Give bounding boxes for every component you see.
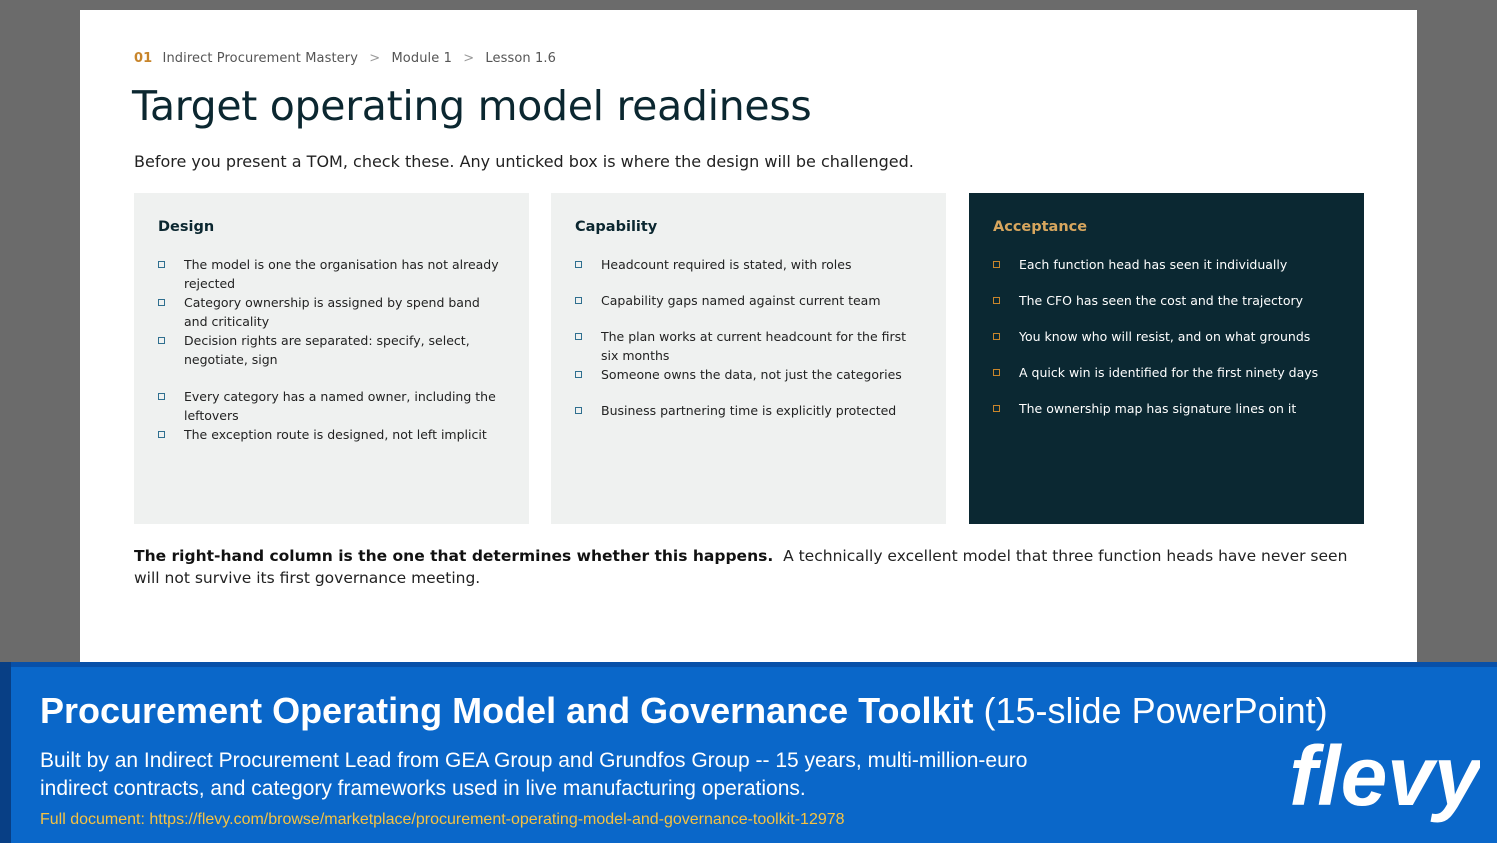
- design-column: Design The model is one the organisation…: [134, 193, 529, 524]
- checklist-item: Headcount required is stated, with roles: [575, 255, 922, 291]
- breadcrumb-item-course[interactable]: Indirect Procurement Mastery: [163, 51, 358, 66]
- checklist-item-label: A quick win is identified for the first …: [1019, 365, 1319, 380]
- checkbox[interactable]: [993, 297, 1000, 304]
- takeaway-note: The right-hand column is the one that de…: [134, 545, 1364, 589]
- flevy-logo[interactable]: flevy: [1290, 727, 1480, 827]
- checklist-item: Capability gaps named against current te…: [575, 291, 922, 327]
- column-heading-capability: Capability: [575, 219, 658, 235]
- checkbox[interactable]: [575, 407, 582, 414]
- checklist-item-label: The plan works at current headcount for …: [601, 329, 907, 363]
- checklist-item: A quick win is identified for the first …: [993, 363, 1340, 399]
- column-heading-design: Design: [158, 219, 215, 235]
- breadcrumb: 01 Indirect Procurement Mastery > Module…: [134, 51, 556, 66]
- banner-title-suffix: (15-slide PowerPoint): [983, 690, 1328, 731]
- breadcrumb-item-lesson[interactable]: Lesson 1.6: [485, 51, 556, 66]
- checklist-item: The ownership map has signature lines on…: [993, 399, 1340, 435]
- checklist-item: You know who will resist, and on what gr…: [993, 327, 1340, 363]
- checkbox[interactable]: [575, 371, 582, 378]
- banner-edge: [0, 662, 11, 843]
- checkbox[interactable]: [158, 393, 165, 400]
- page-title: Target operating model readiness: [132, 82, 812, 130]
- checklist-item-label: The model is one the organisation has no…: [184, 257, 499, 291]
- checklist-item-label: You know who will resist, and on what gr…: [1019, 329, 1311, 344]
- promo-banner: Procurement Operating Model and Governan…: [0, 662, 1497, 843]
- checklist-item-label: The CFO has seen the cost and the trajec…: [1019, 293, 1304, 308]
- checklist-capability: Headcount required is stated, with roles…: [575, 255, 922, 437]
- checklist-item-label: Capability gaps named against current te…: [601, 293, 881, 308]
- checklist-item: The CFO has seen the cost and the trajec…: [993, 291, 1340, 327]
- breadcrumb-number: 01: [134, 51, 153, 66]
- checklist-item: Category ownership is assigned by spend …: [158, 293, 505, 331]
- intro-text: Before you present a TOM, check these. A…: [134, 152, 914, 171]
- checklist-item-label: The exception route is designed, not lef…: [184, 427, 487, 442]
- column-heading-acceptance: Acceptance: [993, 219, 1088, 235]
- slide: 01 Indirect Procurement Mastery > Module…: [80, 10, 1417, 662]
- checklist-item-label: Category ownership is assigned by spend …: [184, 295, 480, 329]
- acceptance-column: Acceptance Each function head has seen i…: [969, 193, 1364, 524]
- checkbox[interactable]: [575, 297, 582, 304]
- checklist-item-label: Business partnering time is explicitly p…: [601, 403, 897, 418]
- checklist-item: Someone owns the data, not just the cate…: [575, 365, 922, 401]
- checklist-item-label: Headcount required is stated, with roles: [601, 257, 852, 272]
- checkbox[interactable]: [993, 405, 1000, 412]
- banner-top-rule: [0, 662, 1497, 667]
- checkbox[interactable]: [993, 333, 1000, 340]
- banner-description: Built by an Indirect Procurement Lead fr…: [40, 749, 1028, 800]
- takeaway-emphasis: The right-hand column is the one that de…: [134, 547, 774, 565]
- checklist-item-label: Someone owns the data, not just the cate…: [601, 367, 902, 382]
- checklist-item-label: Each function head has seen it individua…: [1019, 257, 1288, 272]
- checkbox[interactable]: [993, 369, 1000, 376]
- checkbox[interactable]: [158, 431, 165, 438]
- checklist-item: The plan works at current headcount for …: [575, 327, 922, 365]
- checklist-design: The model is one the organisation has no…: [158, 255, 505, 461]
- checklist-item-label: The ownership map has signature lines on…: [1019, 401, 1297, 416]
- capability-column: Capability Headcount required is stated,…: [551, 193, 946, 524]
- checkbox[interactable]: [158, 337, 165, 344]
- checklist-item: The model is one the organisation has no…: [158, 255, 505, 293]
- document-link[interactable]: Full document: https://flevy.com/browse/…: [40, 811, 845, 829]
- checkbox[interactable]: [993, 261, 1000, 268]
- breadcrumb-separator: >: [463, 51, 475, 66]
- checklist-item: Decision rights are separated: specify, …: [158, 331, 505, 387]
- checkbox[interactable]: [158, 261, 165, 268]
- checklist-item: Each function head has seen it individua…: [993, 255, 1340, 291]
- checklist-item: Business partnering time is explicitly p…: [575, 401, 922, 437]
- checkbox[interactable]: [575, 333, 582, 340]
- breadcrumb-separator: >: [369, 51, 381, 66]
- flevy-logo-text: flevy: [1290, 729, 1480, 823]
- checklist-item: The exception route is designed, not lef…: [158, 425, 505, 461]
- checklist-item: Every category has a named owner, includ…: [158, 387, 505, 425]
- checklist-item-label: Every category has a named owner, includ…: [184, 389, 496, 423]
- breadcrumb-item-module[interactable]: Module 1: [391, 51, 451, 66]
- checklist-acceptance: Each function head has seen it individua…: [993, 255, 1340, 435]
- checkbox[interactable]: [575, 261, 582, 268]
- checklist-item-label: Decision rights are separated: specify, …: [184, 333, 470, 367]
- checkbox[interactable]: [158, 299, 165, 306]
- banner-title: Procurement Operating Model and Governan…: [40, 690, 1328, 732]
- banner-title-main: Procurement Operating Model and Governan…: [40, 690, 974, 731]
